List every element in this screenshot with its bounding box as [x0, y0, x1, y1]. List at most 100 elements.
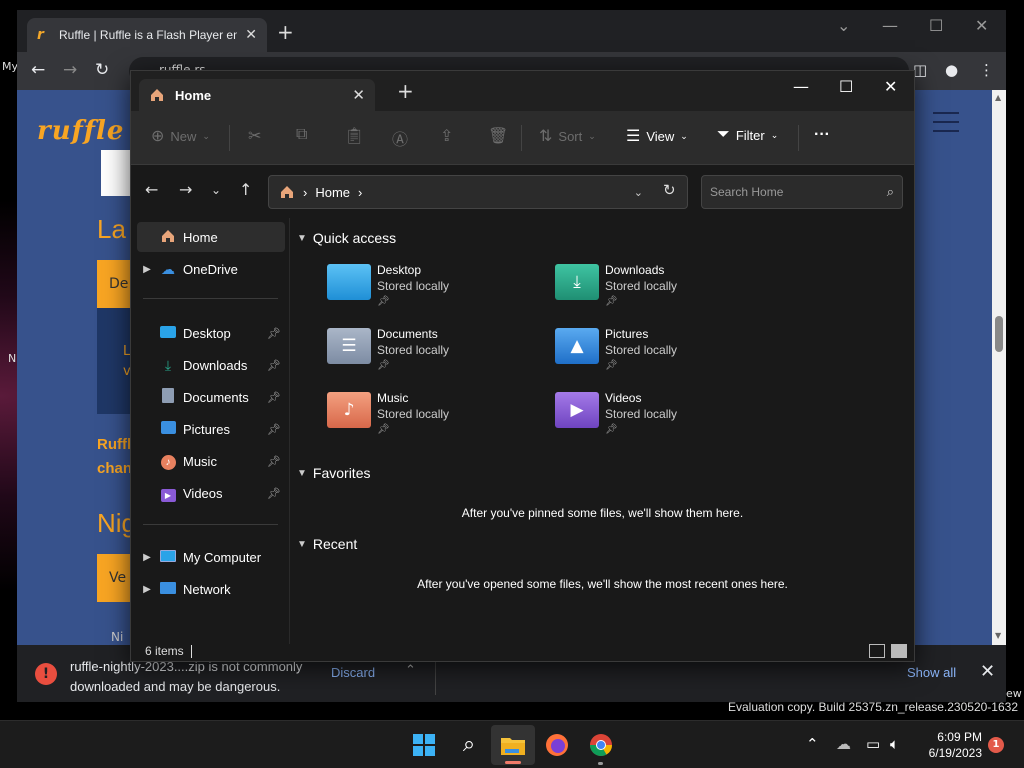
paste-button[interactable]: 📋︎ [344, 126, 364, 146]
minimize-icon[interactable]: — [793, 77, 809, 96]
quick-access-header[interactable]: ▼ Quick access [297, 230, 396, 246]
quick-access-item-desktop[interactable]: Desktop Stored locally 📌︎ [327, 262, 537, 320]
more-options-button[interactable]: ··· [814, 126, 830, 144]
discard-button[interactable]: Discard [331, 665, 375, 680]
back-icon[interactable]: ← [31, 60, 45, 80]
nav-item-videos[interactable]: ▶ Videos 📌︎ [137, 478, 285, 508]
recent-header[interactable]: ▼ Recent [297, 536, 357, 552]
recent-locations-icon[interactable]: ⌄ [211, 183, 221, 197]
clock[interactable]: 6:09 PM 6/19/2023 [920, 729, 982, 761]
sort-button[interactable]: ⇅ Sort ⌄ [539, 126, 596, 146]
refresh-icon[interactable]: ↻ [663, 181, 676, 199]
search-box[interactable]: Search Home ⌕ [701, 175, 903, 209]
side-panel-icon[interactable]: ◫ [913, 61, 927, 79]
page-scrollbar[interactable]: ▲ ▼ [992, 90, 1006, 645]
quick-access-item-documents[interactable]: ☰ Documents Stored locally 📌︎ [327, 326, 537, 384]
delete-button[interactable]: 🗑︎ [488, 126, 508, 146]
start-icon[interactable] [410, 731, 438, 759]
details-view-icon[interactable] [869, 644, 885, 658]
firefox-icon[interactable] [543, 731, 571, 759]
profile-icon[interactable]: ● [945, 61, 958, 79]
pin-icon: 📌︎ [267, 327, 281, 340]
nav-item-music[interactable]: ♪ Music 📌︎ [137, 446, 285, 476]
pin-icon: 📌︎ [267, 391, 281, 404]
pin-icon: 📌︎ [605, 424, 618, 435]
show-all-button[interactable]: Show all [907, 665, 956, 680]
close-tab-icon[interactable]: ✕ [245, 27, 257, 43]
cut-button[interactable]: ✂ [248, 126, 261, 146]
scrollbar-thumb[interactable] [995, 316, 1003, 352]
expand-chevron-icon[interactable]: ▶ [137, 584, 157, 595]
close-download-bar-icon[interactable]: ✕ [980, 661, 995, 682]
volume-icon[interactable]: 🔈︎ [890, 735, 899, 753]
show-hidden-icons-chevron-icon[interactable]: ⌃ [806, 735, 819, 753]
search-icon: ⌕ [886, 184, 894, 199]
new-tab-icon[interactable]: + [397, 81, 414, 101]
tiles-view-icon[interactable] [891, 644, 907, 658]
maximize-icon[interactable]: ☐ [839, 77, 853, 96]
pin-icon: 📌︎ [267, 455, 281, 468]
hamburger-menu-icon[interactable] [933, 112, 959, 132]
recent-empty-message: After you've opened some files, we'll sh… [417, 577, 788, 591]
address-dropdown-icon[interactable]: ⌄ [634, 186, 643, 199]
chrome-icon[interactable] [587, 731, 615, 759]
chevron-up-icon[interactable]: ⌃ [405, 663, 416, 678]
minimize-icon[interactable]: — [882, 16, 898, 35]
new-tab-icon[interactable]: + [277, 22, 294, 42]
quick-access-item-videos[interactable]: ▶ Videos Stored locally 📌︎ [555, 390, 765, 448]
taskbar: ⌕ ⌃ ☁ ▭ 🔈︎ 6:09 PM 6/19/2023 1 [0, 720, 1024, 768]
copy-icon: ⧉ [296, 126, 308, 143]
view-button[interactable]: ☰ View ⌄ [626, 126, 688, 146]
onedrive-tray-icon[interactable]: ☁ [836, 735, 851, 753]
pin-icon: 📌︎ [377, 296, 390, 307]
nav-item-home[interactable]: Home [137, 222, 285, 252]
nav-item-pictures[interactable]: Pictures 📌︎ [137, 414, 285, 444]
nav-item-network[interactable]: ▶ Network [137, 574, 285, 604]
pane-divider[interactable] [289, 218, 290, 644]
back-icon[interactable]: ← [145, 180, 158, 199]
quick-access-item-pictures[interactable]: ▲ Pictures Stored locally 📌︎ [555, 326, 765, 384]
close-window-icon[interactable]: ✕ [884, 77, 897, 96]
expand-chevron-icon[interactable]: ▶ [137, 552, 157, 563]
maximize-icon[interactable]: ☐ [929, 16, 943, 35]
item-count: 6 items [145, 644, 184, 658]
tab-search-icon[interactable]: ⌄ [837, 16, 850, 35]
ruffle-logo[interactable]: ruffle [37, 116, 124, 146]
filter-button[interactable]: ⏷ Filter ⌄ [717, 126, 778, 144]
quick-access-item-music[interactable]: ♪ Music Stored locally 📌︎ [327, 390, 537, 448]
close-window-icon[interactable]: ✕ [975, 16, 988, 35]
copy-button[interactable]: ⧉ [296, 126, 307, 144]
network-tray-icon[interactable]: ▭ [866, 735, 880, 753]
share-button[interactable]: ⇪ [440, 126, 453, 146]
nav-item-desktop[interactable]: Desktop 📌︎ [137, 318, 285, 348]
close-tab-icon[interactable]: ✕ [352, 86, 365, 104]
forward-icon[interactable]: → [63, 60, 77, 80]
nav-item-downloads[interactable]: ⤓ Downloads 📌︎ [137, 350, 285, 380]
nav-item-documents[interactable]: Documents 📌︎ [137, 382, 285, 412]
nav-item-my-computer[interactable]: ▶ My Computer [137, 542, 285, 572]
desktop-label-fragment: N [8, 352, 17, 365]
expand-chevron-icon[interactable]: ▶ [137, 264, 157, 275]
rename-button[interactable]: Ⓐ [392, 126, 408, 150]
quick-access-item-downloads[interactable]: ⤓ Downloads Stored locally 📌︎ [555, 262, 765, 320]
menu-kebab-icon[interactable]: ⋮ [979, 61, 994, 79]
warning-icon: ! [35, 663, 57, 685]
page-heading: La [97, 214, 126, 244]
search-icon[interactable]: ⌕ [455, 731, 483, 759]
notification-badge[interactable]: 1 [988, 737, 1004, 753]
explorer-tab[interactable]: Home ✕ [139, 79, 375, 111]
nav-item-onedrive[interactable]: ▶ ☁ OneDrive [137, 254, 285, 284]
page-text: Ni [111, 630, 124, 644]
forward-icon[interactable]: → [179, 180, 192, 199]
add-circle-icon: ⊕ [151, 128, 165, 145]
up-icon[interactable]: ↑ [239, 180, 252, 199]
new-button[interactable]: ⊕ New ⌄ [151, 126, 210, 146]
breadcrumb-home[interactable]: Home [315, 185, 350, 200]
reload-icon[interactable]: ↻ [95, 60, 109, 80]
favorites-header[interactable]: ▼ Favorites [297, 465, 370, 481]
file-explorer-icon[interactable] [499, 731, 527, 759]
browser-tab[interactable]: r Ruffle | Ruffle is a Flash Player em ✕ [27, 18, 267, 52]
address-bar[interactable]: › Home › ⌄ [268, 175, 688, 209]
chevron-down-icon: ⌄ [680, 130, 688, 141]
clock-time: 6:09 PM [937, 730, 982, 744]
